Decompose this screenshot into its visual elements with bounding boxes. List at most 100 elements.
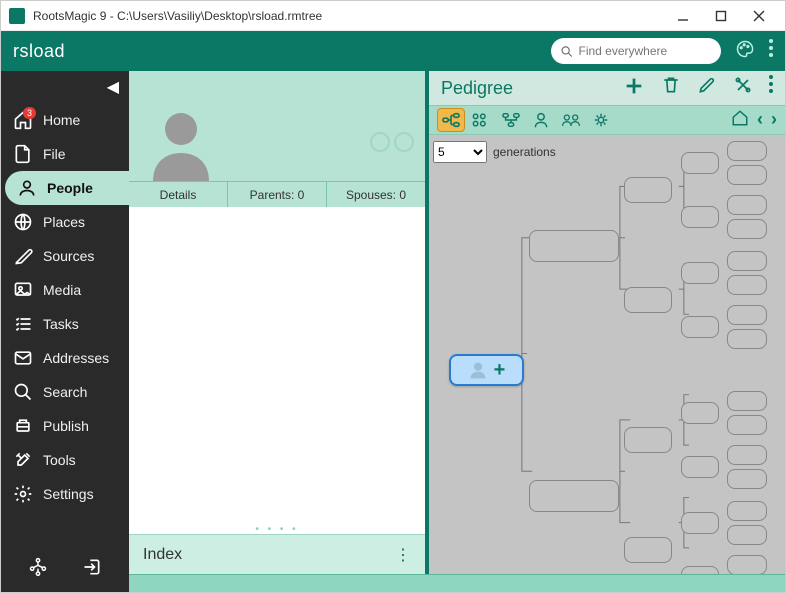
brand-label: rsload: [13, 41, 65, 62]
pedigree-node[interactable]: [727, 195, 767, 215]
pedigree-nav: ‹ ›: [731, 109, 777, 132]
sidebar-item-settings[interactable]: Settings: [1, 477, 129, 511]
pedigree-node[interactable]: [727, 555, 767, 574]
tab-spouses[interactable]: Spouses: 0: [327, 182, 425, 207]
pedigree-node[interactable]: [624, 177, 672, 203]
palette-icon[interactable]: [735, 39, 755, 64]
pedigree-node[interactable]: [727, 329, 767, 349]
sidebar-item-file[interactable]: File: [1, 137, 129, 171]
login-icon[interactable]: [82, 557, 102, 582]
sidebar-item-home[interactable]: 3 Home: [1, 103, 129, 137]
places-icon: [13, 212, 33, 232]
pedigree-node[interactable]: [529, 480, 619, 512]
tools-icon: [13, 450, 33, 470]
pedigree-node[interactable]: [529, 230, 619, 262]
view-websearch-button[interactable]: [587, 108, 615, 132]
tree-icon[interactable]: [28, 557, 48, 582]
pedigree-header: Pedigree: [429, 71, 785, 105]
pedigree-node[interactable]: [681, 456, 719, 478]
search-icon: [561, 45, 572, 58]
pedigree-node[interactable]: [681, 402, 719, 424]
nav-home-button[interactable]: [731, 109, 749, 132]
person-pane: Details Parents: 0 Spouses: 0 • • • • In…: [129, 71, 429, 574]
people-icon: [17, 178, 37, 198]
sidebar-item-label: File: [43, 146, 66, 162]
tools-button[interactable]: [733, 75, 753, 102]
main-menu-icon[interactable]: [769, 39, 773, 64]
sidebar-item-places[interactable]: Places: [1, 205, 129, 239]
pedigree-node[interactable]: [727, 525, 767, 545]
pedigree-node[interactable]: [624, 537, 672, 563]
pedigree-node[interactable]: [727, 165, 767, 185]
pedigree-node[interactable]: [727, 469, 767, 489]
search-input[interactable]: [578, 44, 711, 58]
view-couple-button[interactable]: [557, 108, 585, 132]
sidebar-item-label: Addresses: [43, 350, 109, 366]
pedigree-node[interactable]: [681, 566, 719, 574]
media-icon: [13, 280, 33, 300]
tab-details[interactable]: Details: [129, 182, 228, 207]
splitter-horizontal[interactable]: • • • •: [129, 524, 425, 534]
toolbar-right: [735, 39, 773, 64]
sources-icon: [13, 246, 33, 266]
pedigree-canvas[interactable]: 5 generations: [429, 135, 785, 574]
view-person-button[interactable]: [527, 108, 555, 132]
window-title: RootsMagic 9 - C:\Users\Vasiliy\Desktop\…: [33, 9, 673, 23]
pedigree-node[interactable]: [727, 141, 767, 161]
pedigree-node[interactable]: [727, 305, 767, 325]
sidebar-collapse-button[interactable]: ◀: [1, 71, 129, 103]
nav-back-button[interactable]: ‹: [757, 109, 763, 132]
view-family-button[interactable]: [467, 108, 495, 132]
close-button[interactable]: [749, 6, 769, 26]
sidebar-item-tasks[interactable]: Tasks: [1, 307, 129, 341]
pedigree-node[interactable]: [681, 316, 719, 338]
pedigree-node[interactable]: [624, 427, 672, 453]
pedigree-node[interactable]: [624, 287, 672, 313]
sidebar-item-label: Settings: [43, 486, 94, 502]
app-icon: [9, 8, 25, 24]
delete-button[interactable]: [661, 75, 681, 102]
sidebar-item-media[interactable]: Media: [1, 273, 129, 307]
tasks-icon: [13, 314, 33, 334]
addresses-icon: [13, 348, 33, 368]
sidebar-item-search[interactable]: Search: [1, 375, 129, 409]
index-menu-icon[interactable]: ⋮: [395, 545, 411, 565]
pedigree-focus-node[interactable]: +: [449, 354, 524, 386]
main-toolbar: rsload: [1, 31, 785, 71]
pedigree-node[interactable]: [727, 501, 767, 521]
pedigree-node[interactable]: [727, 391, 767, 411]
pedigree-node[interactable]: [681, 206, 719, 228]
maximize-button[interactable]: [711, 6, 731, 26]
pedigree-node[interactable]: [727, 445, 767, 465]
pedigree-node[interactable]: [681, 152, 719, 174]
sidebar-item-people[interactable]: People: [5, 171, 129, 205]
sidebar-item-label: Tasks: [43, 316, 79, 332]
person-silhouette-icon: [141, 101, 221, 181]
pedigree-node[interactable]: [727, 251, 767, 271]
edit-button[interactable]: [697, 75, 717, 102]
file-icon: [13, 144, 33, 164]
pedigree-node[interactable]: [681, 262, 719, 284]
view-pedigree-button[interactable]: [437, 108, 465, 132]
sidebar-item-publish[interactable]: Publish: [1, 409, 129, 443]
pedigree-node[interactable]: [681, 512, 719, 534]
pedigree-menu-icon[interactable]: [769, 75, 773, 102]
sidebar-item-addresses[interactable]: Addresses: [1, 341, 129, 375]
pedigree-node[interactable]: [727, 415, 767, 435]
search-box[interactable]: [551, 38, 721, 64]
content: ◀ 3 Home File People Places Sources: [1, 71, 785, 592]
sidebar-item-label: People: [47, 180, 93, 196]
home-badge: 3: [23, 107, 36, 119]
decorative-circles: [369, 131, 415, 153]
view-descendants-button[interactable]: [497, 108, 525, 132]
nav-forward-button[interactable]: ›: [771, 109, 777, 132]
window-controls: [673, 6, 777, 26]
sidebar-item-sources[interactable]: Sources: [1, 239, 129, 273]
tab-parents[interactable]: Parents: 0: [228, 182, 327, 207]
pedigree-node[interactable]: [727, 275, 767, 295]
add-person-button[interactable]: [623, 75, 645, 102]
sidebar: ◀ 3 Home File People Places Sources: [1, 71, 129, 592]
sidebar-item-tools[interactable]: Tools: [1, 443, 129, 477]
pedigree-node[interactable]: [727, 219, 767, 239]
minimize-button[interactable]: [673, 6, 693, 26]
